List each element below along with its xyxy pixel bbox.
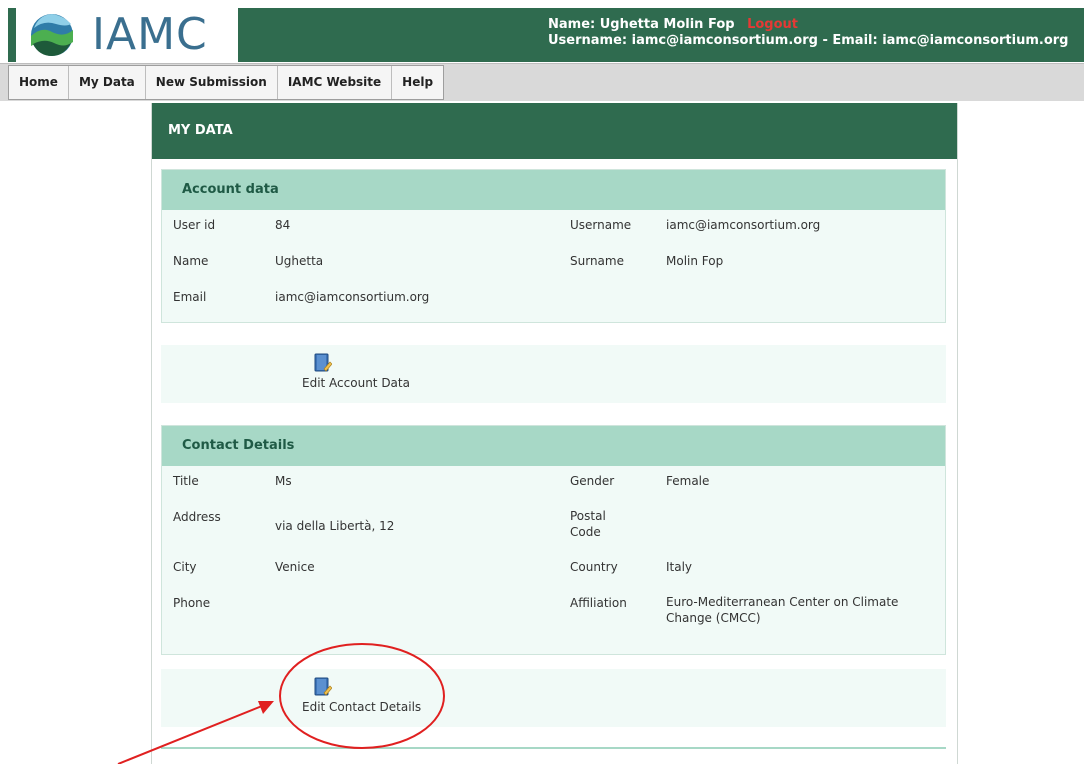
account-row-1: User id 84 Username iamc@iamconsortium.o… [162, 218, 945, 254]
app-header: IAMC Name: Ughetta Molin Fop Logout User… [8, 8, 1084, 62]
gender-label: Gender [570, 474, 615, 488]
user-id-value: 84 [275, 218, 291, 232]
nav-item-help[interactable]: Help [392, 66, 444, 99]
address-label: Address [173, 510, 221, 524]
username-value: iamc@iamconsortium.org [666, 218, 821, 232]
user-name: Name: Ughetta Molin Fop [548, 17, 735, 32]
nav-item-my-data[interactable]: My Data [68, 66, 146, 99]
edit-contact-box: Edit Contact Details [161, 669, 946, 727]
section-divider [161, 747, 946, 749]
nav-bar: Home My Data New Submission IAMC Website… [0, 63, 1084, 101]
surname-label: Surname [570, 254, 624, 268]
edit-contact-button[interactable]: Edit Contact Details [302, 677, 421, 714]
account-row-2: Name Ughetta Surname Molin Fop [162, 254, 945, 290]
username-label: Username [570, 218, 632, 232]
nav-item-new-submission[interactable]: New Submission [145, 66, 278, 99]
edit-account-box: Edit Account Data [161, 345, 946, 403]
edit-book-icon [314, 677, 332, 696]
affiliation-value: Euro-Mediterranean Center on Climate Cha… [666, 595, 899, 625]
gender-value: Female [666, 474, 710, 488]
contact-row-4: Phone Affiliation Euro-Mediterranean Cen… [162, 595, 945, 632]
title-label: Title [173, 474, 199, 488]
user-account-line: Username: iamc@iamconsortium.org - Email… [548, 33, 1069, 48]
edit-book-icon [314, 353, 332, 372]
page-title: MY DATA [152, 103, 957, 159]
name-value: Ughetta [275, 254, 324, 268]
account-row-3: Email iamc@iamconsortium.org [162, 290, 945, 326]
logout-link[interactable]: Logout [747, 17, 798, 32]
country-value: Italy [666, 560, 693, 574]
contact-panel-header: Contact Details [162, 426, 945, 466]
account-panel-header: Account data [162, 170, 945, 210]
city-label: City [173, 560, 197, 574]
affiliation-label: Affiliation [570, 596, 627, 610]
address-value: via della Libertà, 12 [275, 519, 395, 533]
postal-code-label: Postal Code [570, 509, 606, 539]
logo-icon [31, 14, 73, 56]
email-label: Email [173, 290, 207, 304]
city-value: Venice [275, 560, 315, 574]
phone-label: Phone [173, 596, 211, 610]
edit-account-label: Edit Account Data [302, 376, 410, 390]
contact-row-2: Address via della Libertà, 12 Postal Cod… [162, 509, 945, 560]
main-content: MY DATA Account data User id 84 Username… [151, 103, 958, 764]
nav-menu: Home My Data New Submission IAMC Website… [8, 65, 445, 100]
name-label: Name [173, 254, 209, 268]
contact-row-3: City Venice Country Italy [162, 560, 945, 596]
nav-item-home[interactable]: Home [9, 66, 69, 99]
title-value: Ms [275, 474, 292, 488]
edit-account-button[interactable]: Edit Account Data [302, 353, 410, 390]
contact-panel: Contact Details Title Ms Gender Female A… [161, 425, 946, 655]
contact-row-1: Title Ms Gender Female [162, 474, 945, 510]
brand-name: IAMC [92, 9, 208, 60]
country-label: Country [570, 560, 618, 574]
account-panel: Account data User id 84 Username iamc@ia… [161, 169, 946, 323]
email-value: iamc@iamconsortium.org [275, 290, 430, 304]
user-id-label: User id [173, 218, 216, 232]
nav-item-iamc-website[interactable]: IAMC Website [277, 66, 393, 99]
surname-value: Molin Fop [666, 254, 724, 268]
edit-contact-label: Edit Contact Details [302, 700, 422, 714]
user-info: Name: Ughetta Molin Fop Logout Username:… [548, 17, 1069, 49]
logo[interactable]: IAMC [16, 8, 238, 62]
